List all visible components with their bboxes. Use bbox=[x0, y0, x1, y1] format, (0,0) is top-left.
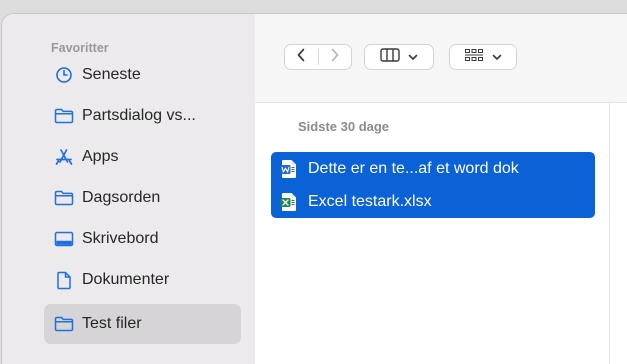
desktop-icon bbox=[54, 229, 74, 249]
chevron-down-icon bbox=[492, 48, 502, 66]
file-item-excel[interactable]: Excel testark.xlsx bbox=[271, 185, 595, 218]
back-button[interactable] bbox=[285, 45, 318, 69]
folder-icon bbox=[54, 314, 74, 334]
sidebar-item-label: Seneste bbox=[82, 66, 141, 83]
sidebar-item-skrivebord[interactable]: Skrivebord bbox=[44, 219, 241, 259]
sidebar: Favoritter Seneste Partsdialog vs... App… bbox=[2, 14, 255, 364]
sidebar-heading-favorites: Favoritter bbox=[51, 41, 109, 55]
file-item-word[interactable]: Dette er en te...af et word dok bbox=[271, 152, 595, 185]
back-chevron-icon bbox=[296, 48, 306, 67]
sidebar-item-apps[interactable]: Apps bbox=[44, 137, 241, 177]
main-pane: Sidste 30 dage Dette er en te...af et wo… bbox=[255, 14, 627, 364]
folder-icon bbox=[54, 188, 74, 208]
sidebar-item-label: Dagsorden bbox=[82, 189, 161, 206]
word-doc-icon bbox=[280, 159, 298, 179]
sidebar-item-label: Test filer bbox=[82, 315, 142, 332]
group-by-button[interactable] bbox=[449, 44, 517, 70]
column-divider[interactable] bbox=[609, 102, 610, 364]
navigation-buttons bbox=[284, 44, 352, 70]
finder-window: Favoritter Seneste Partsdialog vs... App… bbox=[2, 14, 627, 364]
apps-icon bbox=[54, 147, 74, 167]
view-mode-button[interactable] bbox=[364, 44, 434, 70]
forward-button[interactable] bbox=[318, 45, 351, 69]
document-icon bbox=[54, 270, 74, 290]
sidebar-item-seneste[interactable]: Seneste bbox=[44, 55, 241, 95]
file-name: Excel testark.xlsx bbox=[308, 192, 432, 210]
sidebar-item-test-filer[interactable]: Test filer bbox=[44, 304, 241, 344]
chevron-down-icon bbox=[408, 48, 418, 66]
section-header: Sidste 30 dage bbox=[298, 119, 390, 134]
clock-icon bbox=[54, 65, 74, 85]
sidebar-item-dagsorden[interactable]: Dagsorden bbox=[44, 178, 241, 218]
forward-chevron-icon bbox=[330, 48, 340, 67]
folder-icon bbox=[54, 106, 74, 126]
sidebar-item-label: Skrivebord bbox=[82, 230, 159, 247]
sidebar-item-label: Apps bbox=[82, 148, 119, 165]
file-name: Dette er en te...af et word dok bbox=[308, 159, 519, 177]
sidebar-item-dokumenter[interactable]: Dokumenter bbox=[44, 260, 241, 300]
column-view-icon bbox=[380, 47, 400, 67]
excel-sheet-icon bbox=[280, 192, 298, 212]
group-grid-icon bbox=[464, 48, 484, 67]
sidebar-item-partsdialog[interactable]: Partsdialog vs... bbox=[44, 96, 241, 136]
sidebar-item-label: Dokumenter bbox=[82, 271, 170, 288]
sidebar-item-label: Partsdialog vs... bbox=[82, 107, 196, 124]
toolbar bbox=[255, 14, 627, 103]
